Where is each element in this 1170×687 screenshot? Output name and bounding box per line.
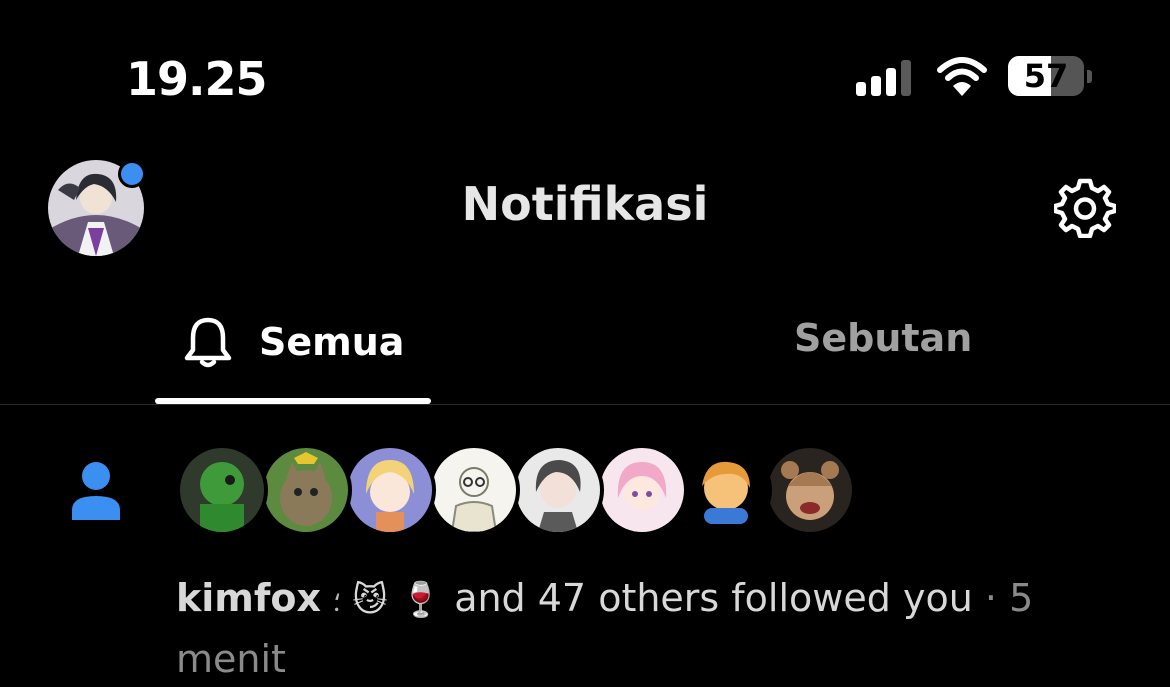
status-time: 19.25 [126,52,268,106]
emoji-smirk-cat: 😼 [352,580,388,620]
emoji-wine: 🍷 [399,580,443,620]
follower-avatar[interactable] [600,448,684,532]
follower-avatar[interactable] [264,448,348,532]
wifi-icon [937,57,987,96]
tab-all[interactable]: Semua [183,312,404,372]
follower-avatar[interactable] [768,448,852,532]
battery-percent: 57 [1023,57,1069,95]
notification-separator: · [984,576,997,620]
follower-avatar[interactable] [348,448,432,532]
username-decoration: ⸵ [333,588,341,618]
bell-icon [184,317,232,368]
tabs-divider [0,404,1170,405]
signal-icon [856,60,916,96]
battery-icon: 57 [1008,56,1084,96]
follower-avatar[interactable] [180,448,264,532]
notification-message: and 47 others followed you [454,576,973,620]
notification-username[interactable]: kimfox [176,576,321,620]
battery-tip [1087,70,1092,83]
tab-all-label: Semua [259,320,405,364]
follower-avatar[interactable] [432,448,516,532]
person-icon [72,462,120,520]
gear-icon[interactable] [1054,176,1116,238]
follower-avatar[interactable] [684,448,768,532]
follower-avatar[interactable] [516,448,600,532]
tab-mentions[interactable]: Sebutan [794,316,972,360]
notification-text[interactable]: kimfox ⸵ 😼 🍷 and 47 others followed you … [176,570,1076,687]
page-title: Notifikasi [461,177,709,231]
